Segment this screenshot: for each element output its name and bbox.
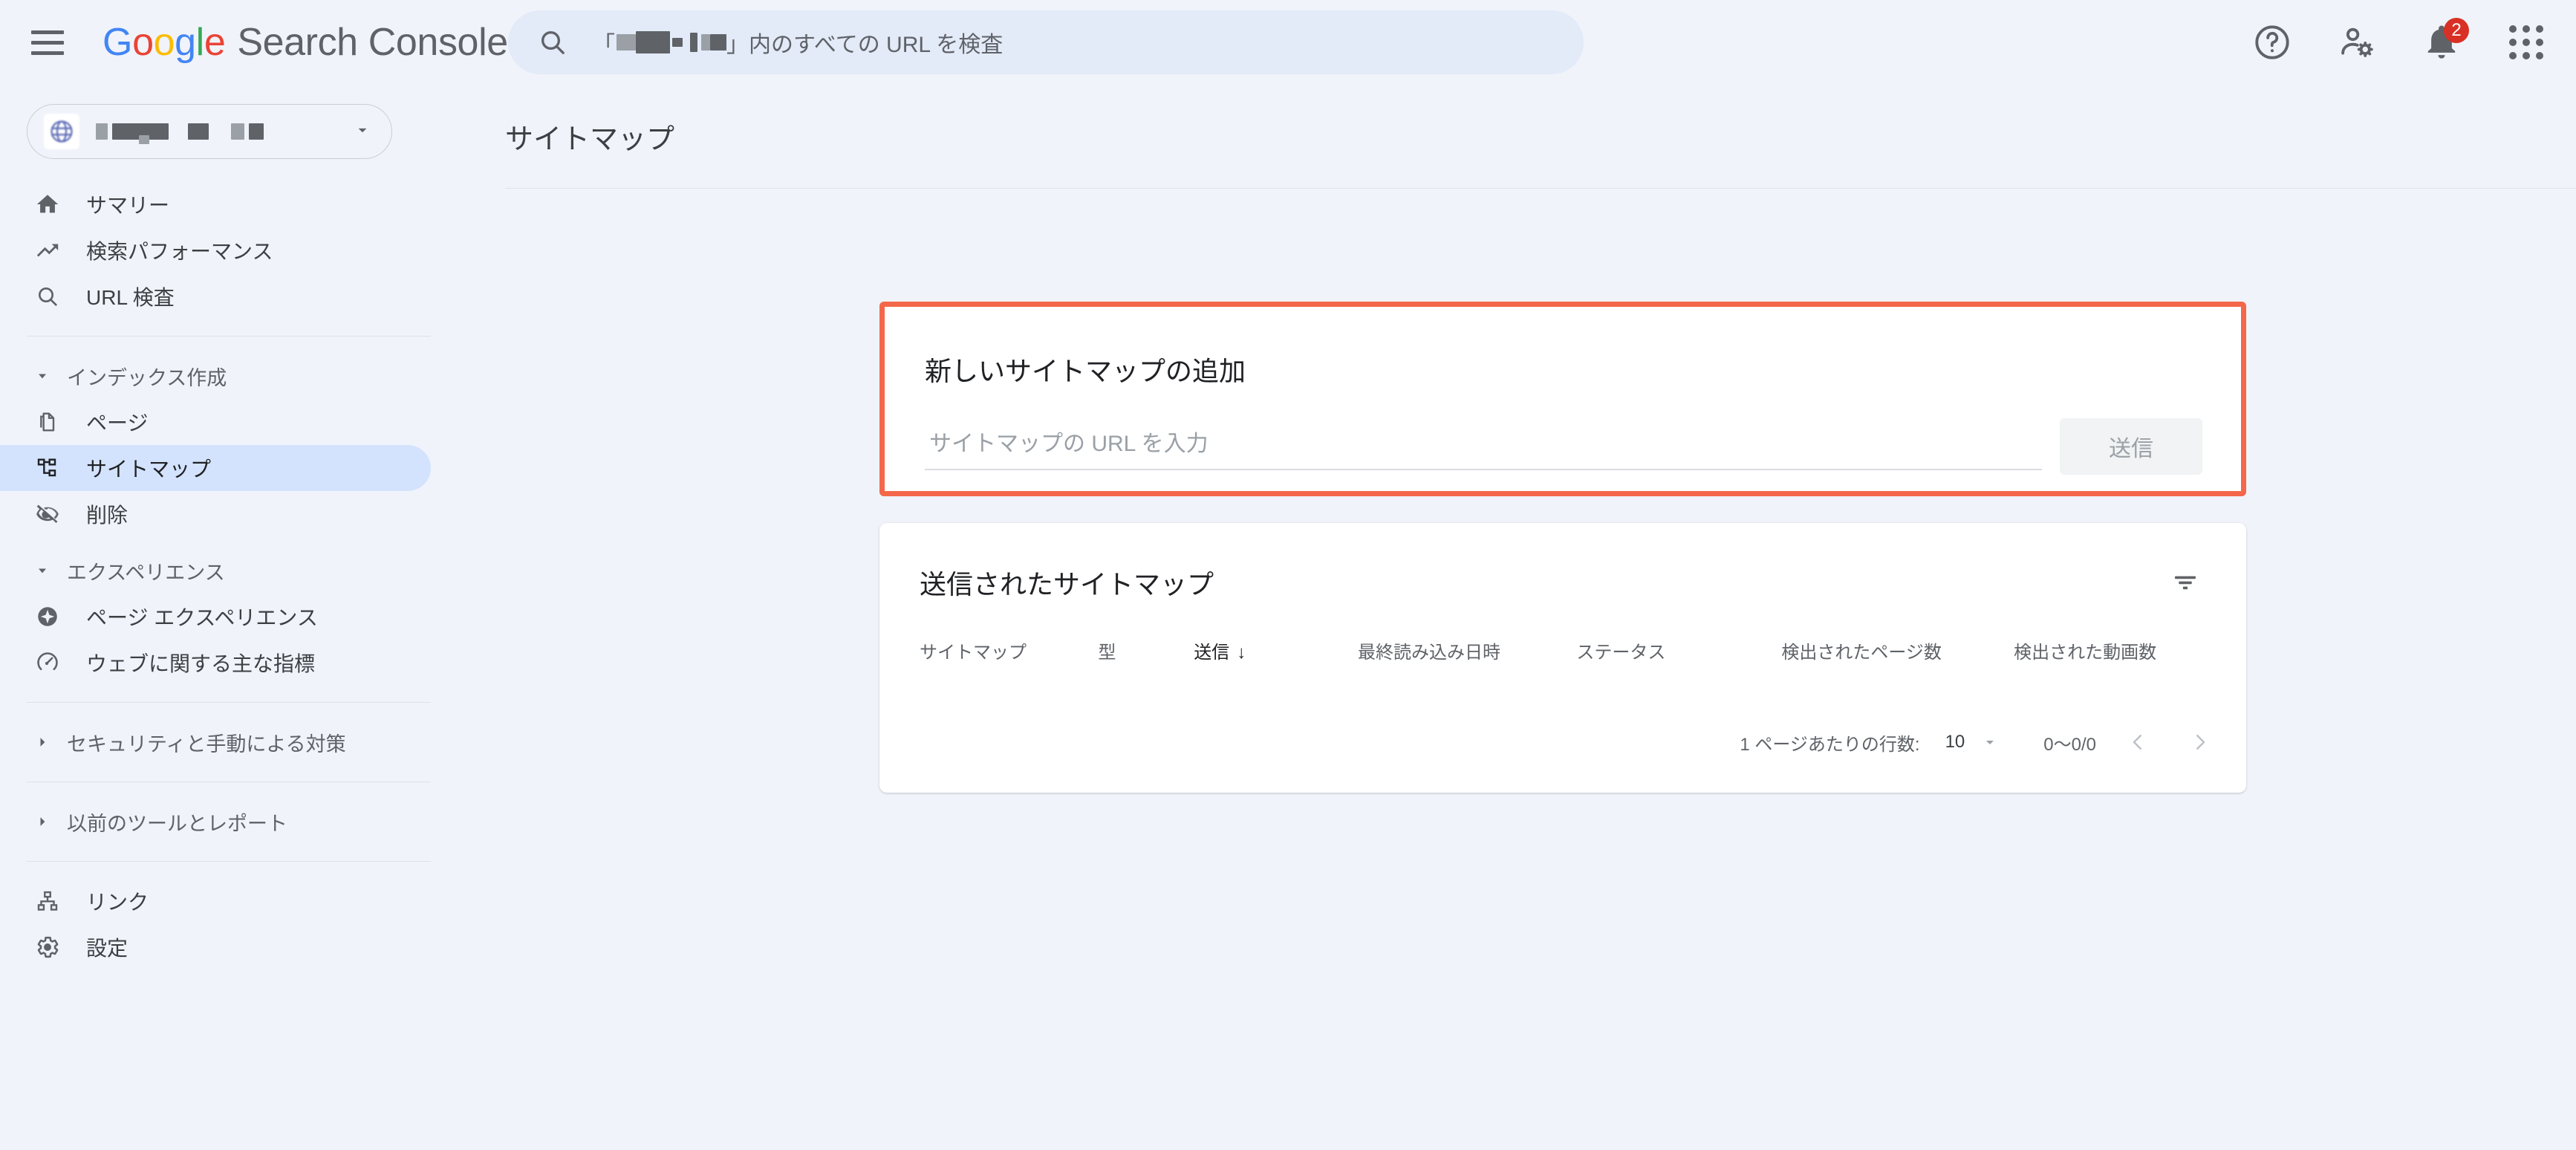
sidebar-item-summary[interactable]: サマリー	[0, 181, 431, 227]
column-header-status[interactable]: ステータス	[1576, 628, 1781, 678]
top-app-bar: Google Search Console 「 」内のすべての URL を検査 2	[0, 0, 2576, 85]
speedometer-icon	[33, 648, 62, 678]
triangle-down-icon	[33, 368, 52, 383]
google-logo: Google	[103, 21, 226, 64]
submit-sitemap-button[interactable]: 送信	[2060, 418, 2202, 475]
search-icon	[33, 282, 62, 311]
sidebar-divider	[27, 861, 431, 862]
column-header-discovered-videos[interactable]: 検出された動画数	[2014, 628, 2246, 678]
sidebar-section-experience[interactable]: エクスペリエンス	[0, 548, 461, 594]
triangle-right-icon	[33, 814, 52, 829]
sitemaps-table: サイトマップ 型 送信 ↓ 最終読み込み日時 ステータス 検出されたページ数 検出…	[879, 628, 2246, 678]
sort-down-arrow-icon: ↓	[1237, 643, 1246, 663]
sidebar-item-label: 設定	[86, 937, 129, 960]
rows-per-page-label: 1 ページあたりの行数:	[1740, 734, 1920, 755]
column-header-discovered-pages[interactable]: 検出されたページ数	[1781, 628, 2014, 678]
triangle-down-icon	[33, 563, 52, 578]
sitemap-url-input[interactable]	[925, 427, 2042, 470]
property-selector[interactable]	[27, 104, 392, 159]
home-icon	[33, 189, 62, 219]
table-header-row: サイトマップ 型 送信 ↓ 最終読み込み日時 ステータス 検出されたページ数 検出…	[879, 628, 2246, 678]
column-header-type[interactable]: 型	[1098, 628, 1194, 678]
sidebar-section-legacy-tools[interactable]: 以前のツールとレポート	[0, 799, 461, 845]
sidebar-section-label: セキュリティと手動による対策	[67, 732, 346, 756]
add-sitemap-row: 送信	[925, 418, 2202, 475]
search-placeholder-prefix: 「	[593, 33, 615, 57]
search-placeholder: 「 」内のすべての URL を検査	[593, 26, 1003, 59]
sidebar-item-url-inspection[interactable]: URL 検査	[0, 273, 431, 319]
search-input[interactable]: 「 」内のすべての URL を検査	[508, 10, 1584, 74]
rows-per-page-value[interactable]: 10	[1945, 732, 1965, 753]
column-header-sitemap[interactable]: サイトマップ	[879, 628, 1098, 678]
pagination-range: 0〜0/0	[2043, 734, 2096, 755]
sidebar-item-label: 削除	[86, 504, 129, 527]
sidebar-divider	[27, 702, 431, 703]
sidebar-section-label: エクスペリエンス	[67, 561, 225, 584]
sparkle-circle-icon	[33, 602, 62, 631]
submitted-sitemaps-header: 送信されたサイトマップ	[879, 523, 2246, 602]
submitted-sitemaps-title: 送信されたサイトマップ	[920, 569, 1214, 600]
sidebar-item-label: サイトマップ	[86, 458, 212, 481]
chevron-right-icon[interactable]	[2179, 721, 2221, 763]
sitemaps-table-head: サイトマップ 型 送信 ↓ 最終読み込み日時 ステータス 検出されたページ数 検出…	[879, 628, 2246, 678]
gear-icon	[33, 932, 62, 962]
sidebar-item-links[interactable]: リンク	[0, 878, 431, 924]
sidebar-item-sitemaps[interactable]: サイトマップ	[0, 445, 431, 491]
triangle-right-icon	[33, 735, 52, 750]
filter-list-icon[interactable]	[2166, 563, 2205, 602]
hamburger-menu-icon[interactable]	[31, 26, 70, 59]
sidebar-item-pages[interactable]: ページ	[0, 399, 431, 445]
person-gear-icon[interactable]	[2334, 19, 2380, 65]
notification-badge: 2	[2444, 18, 2469, 43]
globe-icon	[44, 114, 79, 149]
sidebar-item-removals[interactable]: 削除	[0, 491, 431, 537]
product-name: Search Console	[237, 21, 508, 64]
sidebar-item-label: リンク	[86, 891, 149, 914]
table-pagination: 1 ページあたりの行数: 10 0〜0/0	[1740, 721, 2221, 763]
add-sitemap-title: 新しいサイトマップの追加	[925, 356, 1246, 386]
submitted-sitemaps-card: 送信されたサイトマップ サイトマップ 型 送信 ↓ 最終読み込み日時 ステータス…	[879, 523, 2246, 793]
sidebar-item-core-web-vitals[interactable]: ウェブに関する主な指標	[0, 640, 431, 686]
column-header-last-read[interactable]: 最終読み込み日時	[1358, 628, 1576, 678]
sidebar-item-search-performance[interactable]: 検索パフォーマンス	[0, 227, 431, 273]
property-name-redacted	[96, 123, 353, 144]
chevron-down-icon[interactable]	[1981, 733, 1999, 751]
header-divider	[505, 188, 2576, 189]
main-content: サイトマップ 新しいサイトマップの追加 送信 送信されたサイトマップ	[461, 85, 2576, 1150]
sidebar-primary-nav: サマリー 検索パフォーマンス URL 検査	[0, 181, 461, 319]
search-icon	[538, 27, 567, 57]
sidebar: サマリー 検索パフォーマンス URL 検査 インデックス作成 ページ サイトマッ…	[0, 85, 461, 1150]
pages-copy-icon	[33, 407, 62, 437]
eye-off-icon	[33, 499, 62, 529]
chevron-left-icon[interactable]	[2117, 721, 2159, 763]
sidebar-item-label: 検索パフォーマンス	[86, 240, 273, 263]
sidebar-item-label: ページ	[86, 412, 149, 435]
sitemap-icon	[33, 453, 62, 483]
sidebar-item-label: サマリー	[86, 194, 170, 217]
page-title: サイトマップ	[505, 124, 675, 155]
sidebar-divider	[27, 336, 431, 337]
trending-up-icon	[33, 235, 62, 265]
apps-grid-icon[interactable]	[2503, 19, 2549, 65]
chevron-down-icon	[353, 120, 372, 143]
sidebar-section-label: 以前のツールとレポート	[67, 812, 287, 835]
app-brand: Google Search Console	[103, 20, 508, 65]
search-placeholder-suffix: 」内のすべての URL を検査	[726, 33, 1004, 57]
sidebar-section-label: インデックス作成	[67, 366, 227, 389]
sidebar-item-label: ウェブに関する主な指標	[86, 652, 316, 675]
sidebar-item-settings[interactable]: 設定	[0, 924, 431, 970]
help-circle-icon[interactable]	[2249, 19, 2295, 65]
column-header-submitted[interactable]: 送信 ↓	[1194, 628, 1358, 678]
sidebar-section-indexing[interactable]: インデックス作成	[0, 353, 461, 399]
sidebar-item-page-experience[interactable]: ページ エクスペリエンス	[0, 594, 431, 640]
add-sitemap-card: 新しいサイトマップの追加 送信	[879, 302, 2246, 496]
sidebar-section-security[interactable]: セキュリティと手動による対策	[0, 719, 461, 765]
link-hierarchy-icon	[33, 886, 62, 916]
sidebar-item-label: ページ エクスペリエンス	[86, 606, 318, 629]
column-header-submitted-label: 送信	[1194, 643, 1230, 663]
sidebar-item-label: URL 検査	[86, 286, 175, 309]
top-bar-icons: 2	[2249, 0, 2549, 85]
bell-icon[interactable]: 2	[2419, 18, 2469, 65]
